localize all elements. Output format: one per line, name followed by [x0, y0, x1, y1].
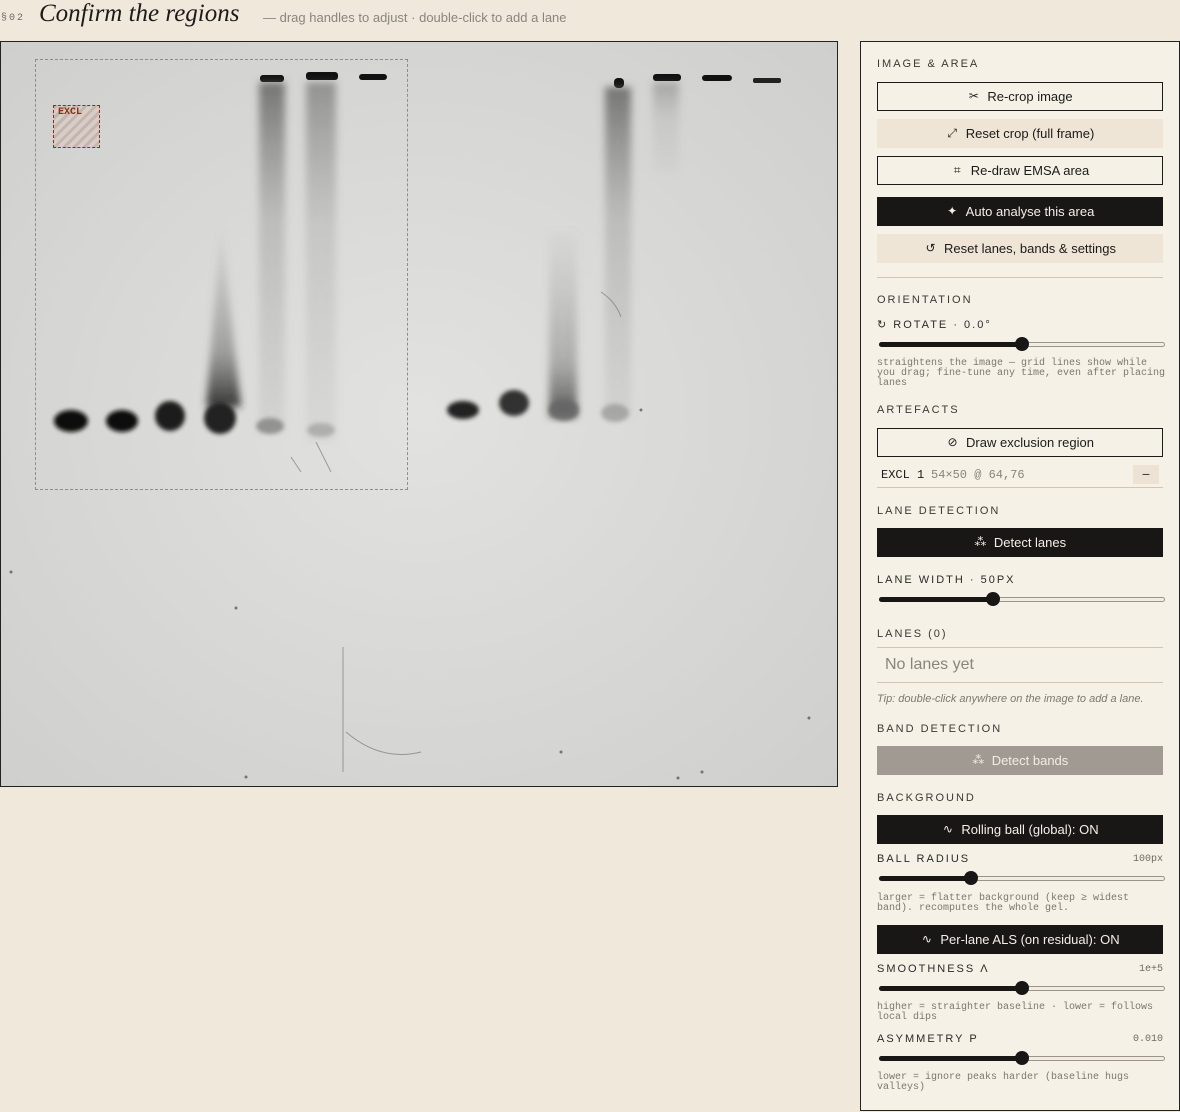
crop-icon: ⌗ [953, 163, 961, 177]
page-subtitle: — drag handles to adjust · double-click … [263, 10, 567, 25]
rotate-ccw-icon: ↺ [925, 241, 936, 255]
smoothness-label: SMOOTHNESS Λ [877, 963, 990, 975]
lanes-empty-state: No lanes yet [877, 647, 1163, 683]
rotate-hint: straightens the image — grid lines show … [877, 358, 1166, 389]
asymmetry-value: 0.010 [1132, 1034, 1163, 1045]
lane-width-label: LANE WIDTH · 50PX [877, 574, 1016, 586]
rotate-icon: ↻ [877, 319, 889, 331]
lane-width-slider[interactable] [879, 591, 1165, 607]
auto-analyse-button[interactable]: ✦ Auto analyse this area [877, 197, 1163, 226]
ban-icon: ⊘ [947, 435, 958, 449]
detect-bands-button[interactable]: ⁂ Detect bands [877, 746, 1163, 775]
detect-lanes-button[interactable]: ⁂ Detect lanes [877, 528, 1163, 557]
recrop-button[interactable]: ✂ Re-crop image [877, 82, 1163, 111]
band-detection-heading: BAND DETECTION [877, 723, 1003, 735]
reset-all-button[interactable]: ↺ Reset lanes, bands & settings [877, 234, 1163, 263]
exclusion-list-item: EXCL 1 54×50 @ 64,76 − [877, 462, 1163, 488]
ball-radius-slider[interactable] [879, 870, 1165, 886]
page-header: §02 Confirm the regions — drag handles t… [0, 0, 1180, 34]
expand-icon: ⤢ [947, 126, 957, 140]
smoothness-value: 1e+5 [1138, 964, 1163, 975]
divider [877, 277, 1163, 278]
magic-wand-icon: ⁂ [974, 535, 987, 549]
asymmetry-hint: lower = ignore peaks harder (baseline hu… [877, 1072, 1130, 1093]
orientation-heading: ORIENTATION [877, 294, 973, 306]
activity-icon: ∿ [921, 932, 932, 946]
lanes-tip: Tip: double-click anywhere on the image … [877, 693, 1144, 705]
ball-radius-value: 100px [1132, 854, 1163, 865]
image-area-heading: IMAGE & AREA [877, 58, 980, 70]
draw-exclusion-button[interactable]: ⊘ Draw exclusion region [877, 428, 1163, 457]
redraw-emsa-button[interactable]: ⌗ Re-draw EMSA area [877, 156, 1163, 185]
section-number: §02 [1, 13, 26, 24]
per-lane-als-toggle[interactable]: ∿ Per-lane ALS (on residual): ON [877, 925, 1163, 954]
sparkles-icon: ✦ [947, 204, 958, 218]
ball-radius-hint: larger = flatter background (keep ≥ wide… [877, 893, 1130, 914]
smoothness-hint: higher = straighter baseline · lower = f… [877, 1002, 1154, 1023]
scissors-icon: ✂ [968, 89, 979, 103]
asymmetry-slider[interactable] [879, 1050, 1165, 1066]
rolling-ball-toggle[interactable]: ∿ Rolling ball (global): ON [877, 815, 1163, 844]
control-panel: IMAGE & AREA ✂ Re-crop image ⤢ Reset cro… [860, 41, 1180, 1111]
exclusion-region[interactable]: EXCL [53, 105, 100, 148]
background-heading: BACKGROUND [877, 792, 976, 804]
artefacts-heading: ARTEFACTS [877, 404, 960, 416]
lane-detection-heading: LANE DETECTION [877, 505, 1001, 517]
rotate-slider[interactable] [879, 336, 1165, 352]
lanes-heading: LANES (0) [877, 628, 948, 640]
asymmetry-label: ASYMMETRY P [877, 1033, 979, 1045]
page-title: Confirm the regions [39, 0, 240, 27]
remove-exclusion-button[interactable]: − [1133, 465, 1159, 484]
exclusion-name: EXCL 1 [881, 468, 925, 482]
exclusion-meta: 54×50 @ 64,76 [931, 468, 1025, 482]
rotate-label: ↻ ROTATE · 0.0° [877, 319, 992, 331]
activity-icon: ∿ [942, 822, 953, 836]
ball-radius-label: BALL RADIUS [877, 853, 971, 865]
smoothness-slider[interactable] [879, 980, 1165, 996]
exclusion-region-tag: EXCL [58, 107, 83, 118]
reset-crop-button[interactable]: ⤢ Reset crop (full frame) [877, 119, 1163, 148]
magic-wand-icon: ⁂ [972, 753, 985, 767]
gel-image-canvas[interactable]: EXCL [0, 41, 838, 787]
